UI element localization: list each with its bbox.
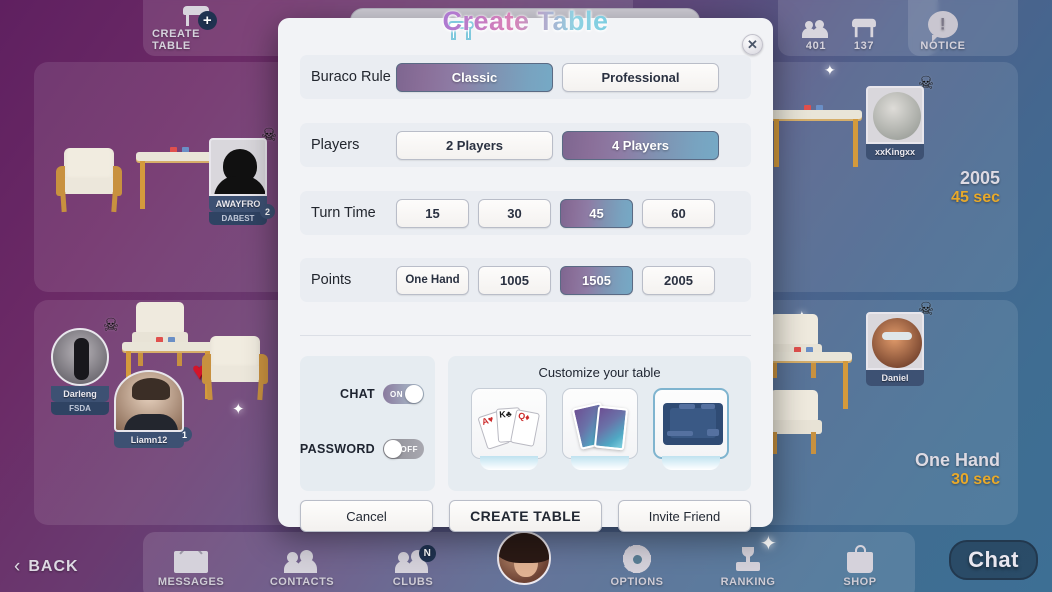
chat-toggle-state: ON xyxy=(390,389,403,399)
password-toggle-label: PASSWORD xyxy=(299,442,375,456)
option-turn-45[interactable]: 45 xyxy=(560,198,633,228)
invite-friend-button[interactable]: Invite Friend xyxy=(618,500,751,532)
game-lobby-screen: + CREATE TABLE 401 137 ! NOTICE ☠ 2 AWAY… xyxy=(0,0,1052,592)
toggles-panel: CHAT ON PASSWORD OFF xyxy=(300,356,435,491)
customize-title: Customize your table xyxy=(538,365,661,380)
option-row-turn-time: Turn Time 15 30 45 60 xyxy=(300,191,751,235)
cancel-button[interactable]: Cancel xyxy=(300,500,433,532)
option-turn-30[interactable]: 30 xyxy=(478,198,551,228)
card-backs-thumb[interactable] xyxy=(561,388,638,470)
option-row-buraco-rule: Buraco Rule Classic Professional xyxy=(300,55,751,99)
chat-toggle[interactable]: ON xyxy=(383,384,424,404)
table-thumb-image xyxy=(662,403,723,445)
option-row-points: Points One Hand 1005 1505 2005 xyxy=(300,258,751,302)
option-points-one-hand[interactable]: One Hand xyxy=(396,265,469,295)
option-row-players: Players 2 Players 4 Players xyxy=(300,123,751,167)
create-table-button[interactable]: CREATE TABLE xyxy=(449,500,602,532)
option-points-1505[interactable]: 1505 xyxy=(560,265,633,295)
close-icon[interactable]: ✕ xyxy=(742,34,763,55)
option-buraco-classic[interactable]: Classic xyxy=(396,62,553,92)
password-toggle[interactable]: OFF xyxy=(383,439,424,459)
dialog-footer: Cancel CREATE TABLE Invite Friend xyxy=(300,500,751,532)
option-buraco-professional[interactable]: Professional xyxy=(562,62,719,92)
chat-toggle-label: CHAT xyxy=(340,387,375,401)
dialog-title: Create Table xyxy=(278,6,773,37)
option-turn-60[interactable]: 60 xyxy=(642,198,715,228)
create-table-dialog: Create Table ✕ Buraco Rule Classic Profe… xyxy=(278,6,773,532)
option-turn-15[interactable]: 15 xyxy=(396,198,469,228)
option-players-4[interactable]: 4 Players xyxy=(562,130,719,160)
password-toggle-row: PASSWORD OFF xyxy=(300,439,424,459)
chat-toggle-row: CHAT ON xyxy=(340,384,424,404)
option-points-2005[interactable]: 2005 xyxy=(642,265,715,295)
option-players-2[interactable]: 2 Players xyxy=(396,130,553,160)
password-toggle-state: OFF xyxy=(400,444,418,454)
row-label: Turn Time xyxy=(311,205,376,221)
customize-panel: Customize your table A♥ K♣ Q♦ xyxy=(448,356,751,491)
option-points-1005[interactable]: 1005 xyxy=(478,265,551,295)
row-label: Buraco Rule xyxy=(311,69,391,85)
card-faces-thumb[interactable]: A♥ K♣ Q♦ xyxy=(470,388,547,470)
divider xyxy=(300,335,751,336)
row-label: Players xyxy=(311,137,360,153)
row-label: Points xyxy=(311,272,352,288)
table-theme-thumb[interactable] xyxy=(652,388,729,470)
